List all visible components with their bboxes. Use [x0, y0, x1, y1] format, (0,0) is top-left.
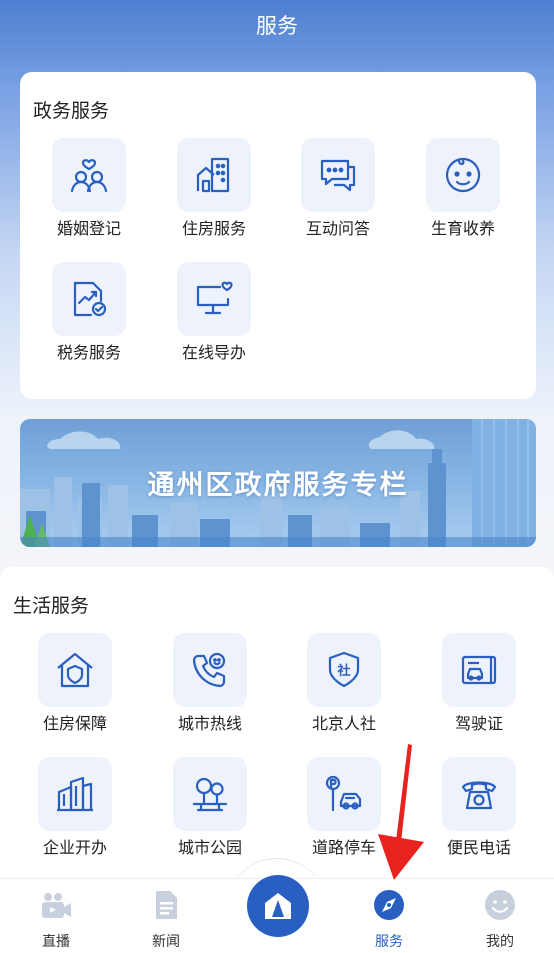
service-label: 便民电话: [446, 840, 511, 857]
service-item-business-setup[interactable]: 企业开办: [29, 757, 121, 859]
life-services-title: 生活服务: [13, 596, 90, 617]
service-item-housing-security[interactable]: 住房保障: [29, 633, 121, 735]
tab-label: 我的: [486, 933, 514, 949]
service-label: 驾驶证: [454, 716, 503, 733]
tab-mine[interactable]: 我的: [460, 889, 540, 950]
housing-building-icon: [177, 138, 251, 212]
gov-services-card: 政务服务 婚姻登记 住房服务 互动问答 生育收养 税务服务 在线导办: [20, 72, 536, 399]
page-title: 服务: [256, 15, 298, 38]
service-item-city-hotline[interactable]: 城市热线: [164, 633, 256, 735]
service-item-online-guide[interactable]: 在线导办: [168, 262, 260, 364]
service-item-public-phone[interactable]: 便民电话: [433, 757, 525, 859]
compass-icon: [374, 890, 404, 920]
service-item-qa[interactable]: 互动问答: [292, 138, 384, 240]
live-camera-icon: [42, 893, 71, 918]
smiley-face-icon: [485, 890, 515, 920]
service-label: 婚姻登记: [56, 221, 121, 238]
news-document-icon: [156, 891, 177, 919]
service-label: 城市公园: [177, 840, 242, 857]
service-item-driver-license[interactable]: 驾驶证: [433, 633, 525, 735]
tab-services[interactable]: 服务: [349, 889, 429, 950]
house-shield-icon: [38, 633, 112, 707]
service-item-tax[interactable]: 税务服务: [43, 262, 135, 364]
service-label: 企业开办: [42, 840, 107, 857]
monitor-heart-icon: [177, 262, 251, 336]
tab-label: 直播: [42, 933, 70, 949]
svg-text:社: 社: [336, 663, 350, 679]
service-label: 税务服务: [56, 345, 121, 362]
service-label: 住房保障: [42, 716, 107, 733]
tax-document-icon: [52, 262, 126, 336]
life-services-section: 生活服务 住房保障 城市热线 社 北京人社 驾驶证 企业开办 城市公园 道路停车…: [0, 567, 554, 887]
service-label: 北京人社: [311, 716, 376, 733]
service-item-city-park[interactable]: 城市公园: [164, 757, 256, 859]
social-security-shield-icon: 社: [307, 633, 381, 707]
telephone-icon: [442, 757, 516, 831]
banner-title: 通州区政府服务专栏: [147, 470, 409, 500]
service-label: 生育收养: [430, 221, 495, 238]
tongzhou-service-banner[interactable]: 通州区政府服务专栏: [20, 419, 536, 547]
baby-face-icon: [426, 138, 500, 212]
service-label: 住房服务: [181, 221, 246, 238]
office-buildings-icon: [38, 757, 112, 831]
service-item-marriage[interactable]: 婚姻登记: [43, 138, 135, 240]
tab-label: 服务: [375, 933, 403, 949]
marriage-couple-icon: [52, 138, 126, 212]
center-home-button[interactable]: [247, 875, 309, 937]
park-trees-icon: [173, 757, 247, 831]
service-label: 城市热线: [177, 716, 242, 733]
gov-services-title: 政务服务: [33, 101, 110, 122]
chat-bubbles-icon: [301, 138, 375, 212]
driver-license-icon: [442, 633, 516, 707]
tab-news[interactable]: 新闻: [126, 889, 206, 950]
service-item-beijing-hrss[interactable]: 社 北京人社: [298, 633, 390, 735]
tab-live[interactable]: 直播: [16, 889, 96, 950]
home-logo-icon: [265, 893, 291, 919]
service-item-birth-adoption[interactable]: 生育收养: [417, 138, 509, 240]
service-label: 互动问答: [305, 221, 370, 238]
service-label: 在线导办: [181, 345, 246, 362]
phone-smile-icon: [173, 633, 247, 707]
annotation-arrow: [378, 744, 424, 880]
tab-label: 新闻: [152, 933, 180, 949]
service-item-housing[interactable]: 住房服务: [168, 138, 260, 240]
